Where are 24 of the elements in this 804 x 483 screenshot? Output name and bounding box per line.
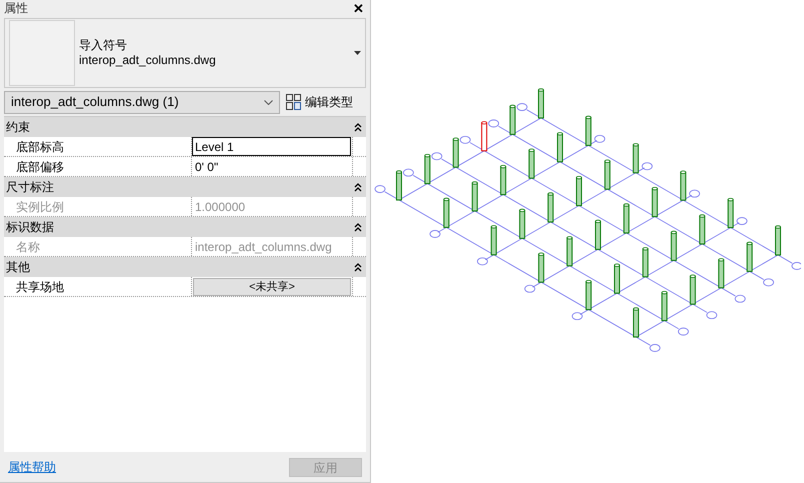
collapse-icon[interactable] [354,222,362,232]
close-button[interactable]: ✕ [351,2,366,14]
edit-type-button[interactable]: 编辑类型 [284,91,355,113]
property-label: 共享场地 [4,277,192,296]
group-header[interactable]: 标识数据 [4,217,366,237]
edit-type-icon [286,94,302,110]
apply-button: 应用 [289,458,362,476]
group-header[interactable]: 约束 [4,117,366,137]
instance-dropdown[interactable]: interop_adt_columns.dwg (1) [4,90,280,114]
chevron-down-icon [264,100,273,104]
collapse-icon[interactable] [354,122,362,132]
panel-title: 属性 [4,0,28,17]
property-value-button[interactable]: <未共享> [193,278,351,296]
group-header[interactable]: 尺寸标注 [4,177,366,197]
group-header[interactable]: 其他 [4,257,366,277]
property-value-field[interactable]: Level 1 [192,137,351,156]
type-preview-image [9,20,75,86]
help-link[interactable]: 属性帮助 [8,458,56,476]
type-category: 导入符号 [79,38,128,53]
type-name: interop_adt_columns.dwg [79,53,217,68]
dropdown-arrow-icon [354,51,361,55]
type-selector[interactable]: 导入符号 interop_adt_columns.dwg [4,18,366,88]
collapse-icon[interactable] [354,262,362,272]
collapse-icon[interactable] [354,182,362,192]
